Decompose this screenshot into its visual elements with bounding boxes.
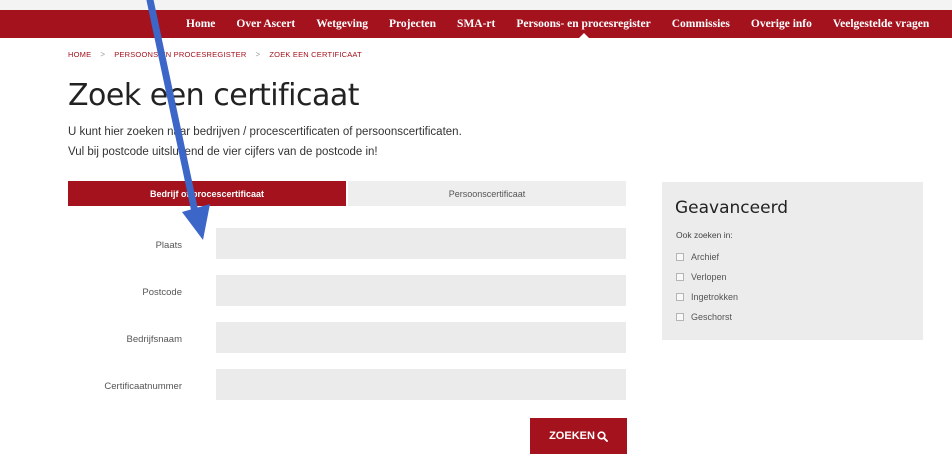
- intro-text: U kunt hier zoeken naar bedrijven / proc…: [68, 122, 462, 162]
- breadcrumb-separator: >: [255, 50, 261, 59]
- breadcrumb-current: ZOEK EEN CERTIFICAAT: [269, 50, 362, 59]
- verlopen-label: Verlopen: [691, 272, 727, 282]
- intro-line-1: U kunt hier zoeken naar bedrijven / proc…: [68, 126, 462, 138]
- advanced-subtitle: Ook zoeken in:: [676, 230, 733, 240]
- nav-item-projecten[interactable]: Projecten: [389, 10, 436, 38]
- breadcrumb-separator: >: [100, 50, 106, 59]
- certificaatnummer-input[interactable]: [216, 369, 626, 400]
- nav-list: Home Over Ascert Wetgeving Projecten SMA…: [186, 10, 950, 39]
- archief-label: Archief: [691, 252, 720, 262]
- page-title: Zoek een certificaat: [68, 78, 360, 113]
- nav-item-overige-info[interactable]: Overige info: [751, 10, 812, 38]
- intro-line-2: Vul bij postcode uitsluitend de vier cij…: [68, 146, 378, 158]
- verlopen-checkbox[interactable]: [676, 273, 684, 281]
- breadcrumb: HOME > PERSOONS EN PROCESREGISTER > ZOEK…: [68, 50, 362, 59]
- postcode-label: Postcode: [142, 287, 182, 298]
- nav-item-sma-rt[interactable]: SMA-rt: [457, 10, 495, 38]
- geschorst-checkbox[interactable]: [676, 313, 684, 321]
- nav-item-wetgeving[interactable]: Wetgeving: [316, 10, 368, 38]
- breadcrumb-register[interactable]: PERSOONS EN PROCESREGISTER: [114, 50, 246, 59]
- advanced-title: Geavanceerd: [675, 198, 789, 218]
- tab-persoonscertificaat[interactable]: Persoonscertificaat: [348, 181, 626, 206]
- advanced-search-panel: Geavanceerd Ook zoeken in: Archief Verlo…: [662, 182, 923, 340]
- nav-item-veelgestelde-vragen[interactable]: Veelgestelde vragen: [833, 10, 929, 38]
- nav-item-persoons-procesregister[interactable]: Persoons- en procesregister: [516, 10, 651, 39]
- search-button-label: ZOEKEN: [549, 430, 595, 442]
- magnifier-icon: [597, 430, 608, 442]
- nav-item-home[interactable]: Home: [186, 10, 215, 38]
- plaats-label: Plaats: [155, 240, 182, 251]
- breadcrumb-home[interactable]: HOME: [68, 50, 91, 59]
- bedrijfsnaam-input[interactable]: [216, 322, 626, 353]
- certificaatnummer-label: Certificaatnummer: [104, 381, 182, 392]
- geschorst-label: Geschorst: [691, 312, 733, 322]
- nav-item-over-ascert[interactable]: Over Ascert: [236, 10, 295, 38]
- option-geschorst[interactable]: Geschorst: [676, 312, 732, 322]
- tab-bedrijf-procescertificaat[interactable]: Bedrijf of procescertificaat: [68, 181, 346, 206]
- bedrijfsnaam-label: Bedrijfsnaam: [126, 334, 182, 345]
- ingetrokken-checkbox[interactable]: [676, 293, 684, 301]
- nav-item-commissies[interactable]: Commissies: [672, 10, 730, 38]
- ingetrokken-label: Ingetrokken: [691, 292, 739, 302]
- main-navigation: Home Over Ascert Wetgeving Projecten SMA…: [0, 10, 952, 39]
- option-verlopen[interactable]: Verlopen: [676, 272, 727, 282]
- postcode-input[interactable]: [216, 275, 626, 306]
- option-ingetrokken[interactable]: Ingetrokken: [676, 292, 738, 302]
- option-archief[interactable]: Archief: [676, 252, 719, 262]
- search-button[interactable]: ZOEKEN: [530, 418, 627, 454]
- plaats-input[interactable]: [216, 228, 626, 259]
- archief-checkbox[interactable]: [676, 253, 684, 261]
- top-strip: [0, 0, 952, 10]
